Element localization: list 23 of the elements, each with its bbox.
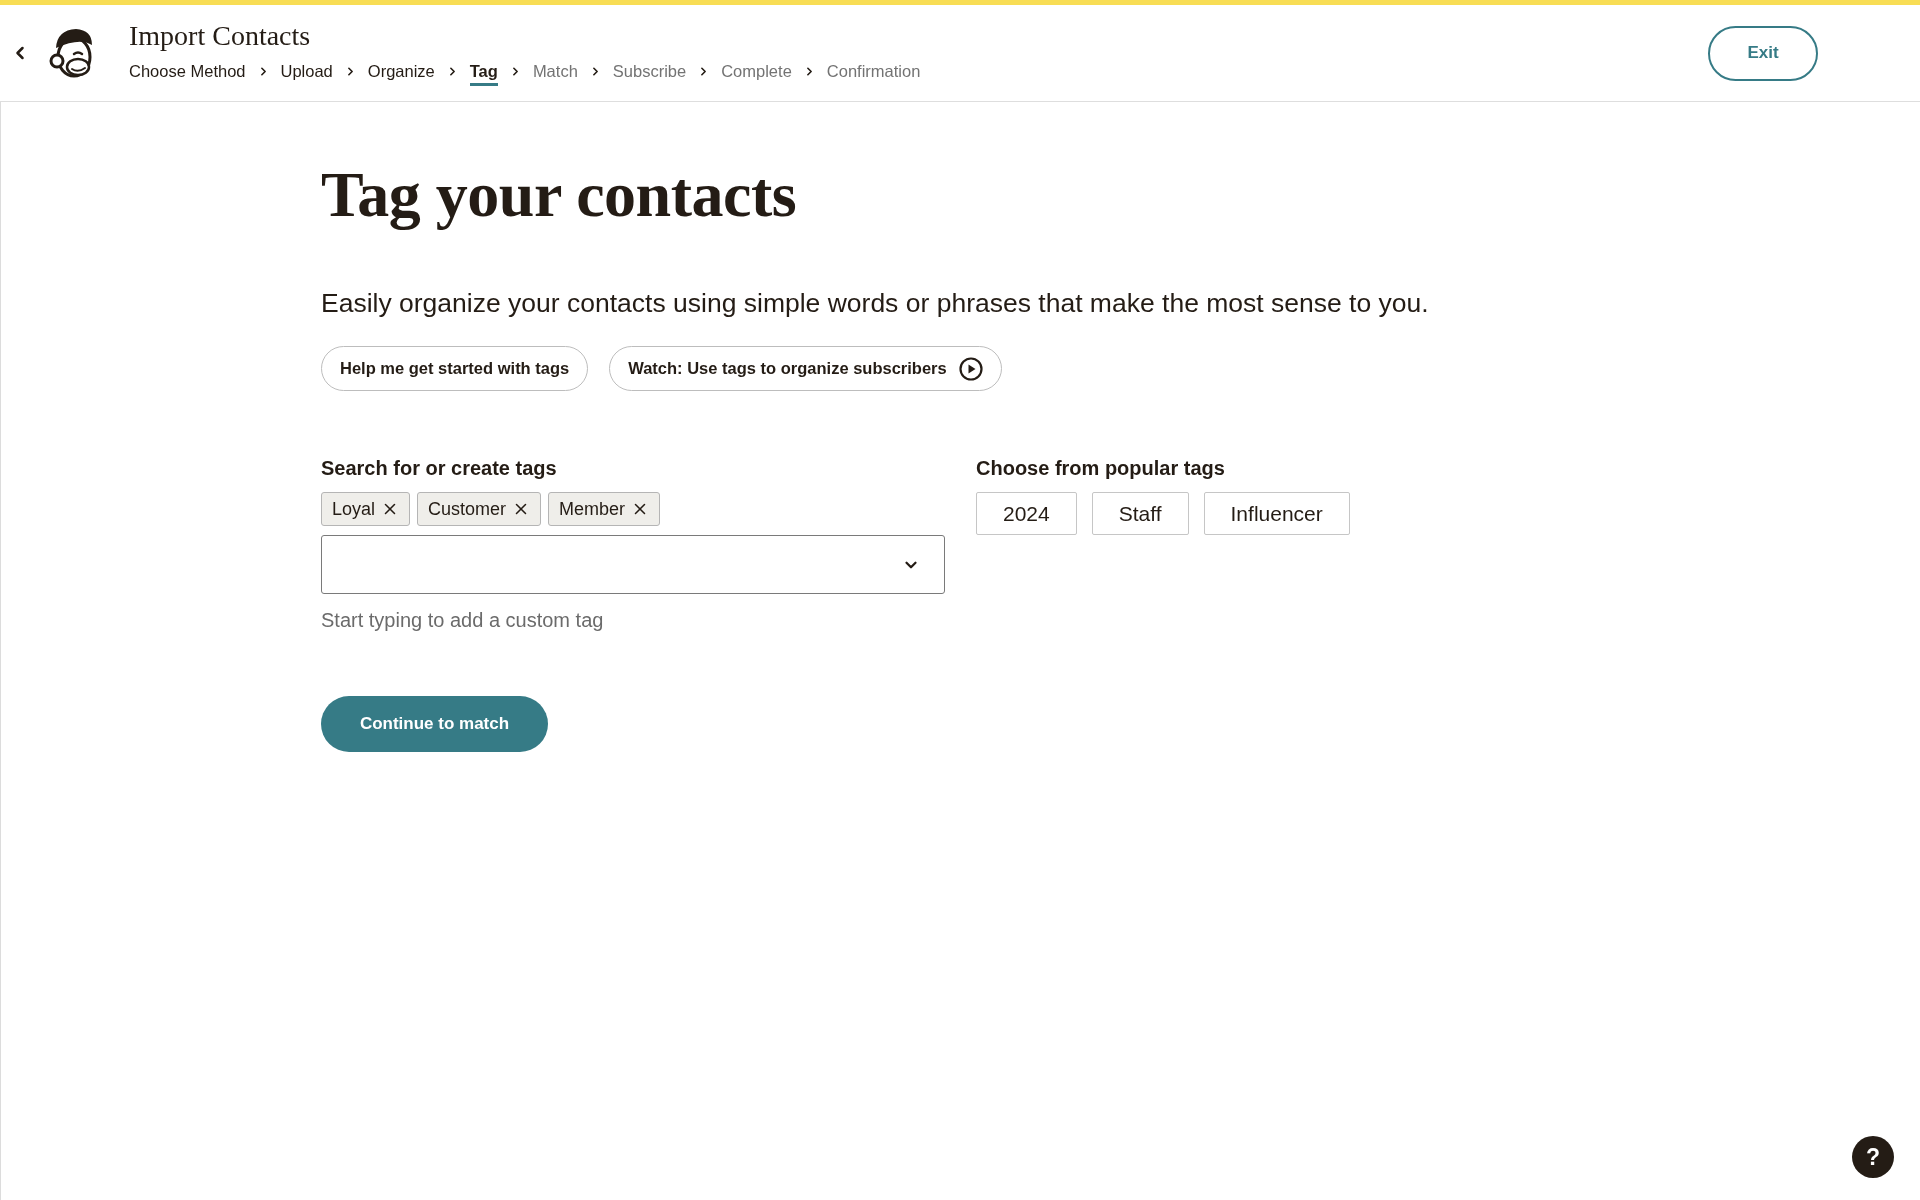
continue-button[interactable]: Continue to match: [321, 696, 548, 752]
exit-button[interactable]: Exit: [1708, 25, 1818, 81]
popular-tag-button[interactable]: 2024: [976, 492, 1077, 535]
breadcrumb-step[interactable]: Choose Method: [129, 56, 246, 86]
help-fab-button[interactable]: ?: [1852, 1136, 1894, 1178]
tag-chip[interactable]: Member: [548, 492, 661, 526]
watch-video-button[interactable]: Watch: Use tags to organize subscribers: [609, 346, 1002, 391]
intro-text: Easily organize your contacts using simple words or phrases that make the most sense to you.: [321, 287, 1430, 320]
help-text: Start typing to add a custom tag: [321, 608, 605, 633]
popular-tag-button[interactable]: Influencer: [1203, 492, 1350, 535]
breadcrumb-step[interactable]: Upload: [280, 56, 333, 86]
popular-tag-button[interactable]: Staff: [1091, 492, 1189, 535]
search-label: Search for or create tags: [321, 456, 558, 481]
popular-tags-label: Choose from popular tags: [976, 456, 1226, 481]
tag-search-field[interactable]: [321, 535, 945, 594]
help-button[interactable]: Help me get started with tags: [321, 346, 589, 391]
play-circle-icon: [958, 356, 983, 381]
page-heading: Tag your contacts: [321, 158, 798, 232]
page-title: Import Contacts: [129, 20, 312, 52]
breadcrumb-step[interactable]: Tag: [469, 56, 498, 86]
breadcrumb-step[interactable]: Organize: [367, 56, 435, 86]
tag-chip[interactable]: Loyal: [321, 492, 411, 526]
tag-chip[interactable]: Customer: [417, 492, 542, 526]
